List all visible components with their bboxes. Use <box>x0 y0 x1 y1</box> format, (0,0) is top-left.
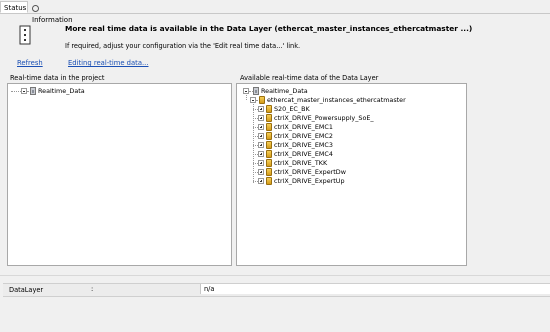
tree-node-label: ctrlX_DRIVE_EMC3 <box>274 141 333 149</box>
tab-information-label: Information <box>32 16 73 24</box>
expand-icon[interactable] <box>258 142 264 148</box>
property-value-field[interactable]: n/a <box>200 284 550 294</box>
tree-node-child[interactable]: ctrlX_DRIVE_EMC2 <box>240 132 460 141</box>
tree-node-instance[interactable]: ethercat_master_instances_ethercatmaster <box>240 96 460 105</box>
refresh-link[interactable]: Refresh <box>17 59 43 67</box>
expand-icon[interactable] <box>258 124 264 130</box>
tree-node-child[interactable]: ctrlX_DRIVE_Powersupply_SoE_ <box>240 114 460 123</box>
tab-information[interactable]: Information <box>28 1 78 24</box>
expand-icon[interactable] <box>258 115 264 121</box>
tree-node-child[interactable]: ctrlX_DRIVE_ExpertUp <box>240 177 460 186</box>
tree-node-child[interactable]: ctrlX_DRIVE_ExpertDw <box>240 168 460 177</box>
tree-node-label: ctrlX_DRIVE_TKK <box>274 159 328 167</box>
tree-node-label: ctrlX_DRIVE_ExpertUp <box>274 177 345 185</box>
project-realtime-data-label: Real-time data in the project <box>10 74 105 82</box>
tree-node-label: ctrlX_DRIVE_ExpertDw <box>274 168 346 176</box>
folder-node-icon <box>266 141 272 149</box>
tree-connector <box>11 91 21 92</box>
folder-node-icon <box>266 159 272 167</box>
expand-icon[interactable] <box>258 160 264 166</box>
tree-node-child[interactable]: S20_EC_BK <box>240 105 460 114</box>
tree-node-label: Realtime_Data <box>38 87 85 95</box>
folder-node-icon <box>266 114 272 122</box>
available-realtime-data-tree[interactable]: Realtime_Data ethercat_master_instances_… <box>236 83 467 266</box>
project-realtime-data-tree[interactable]: Realtime_Data <box>7 83 232 266</box>
tree-node-label: ctrlX_DRIVE_EMC1 <box>274 123 333 131</box>
tree-node-realtime-data-root[interactable]: Realtime_Data <box>240 87 460 96</box>
tree-node-child[interactable]: ctrlX_DRIVE_TKK <box>240 159 460 168</box>
folder-node-icon <box>266 105 272 113</box>
tree-node-label: ctrlX_DRIVE_EMC2 <box>274 132 333 140</box>
tree-node-label: Realtime_Data <box>261 87 308 95</box>
tree-node-label: S20_EC_BK <box>274 105 310 113</box>
section-divider <box>0 275 550 276</box>
tab-status-label: Status <box>4 4 27 12</box>
folder-node-icon <box>259 96 265 104</box>
tree-node-label: ethercat_master_instances_ethercatmaster <box>267 96 406 104</box>
tree-node-realtime-data[interactable]: Realtime_Data <box>11 87 211 96</box>
database-icon <box>253 87 259 95</box>
folder-node-icon <box>266 123 272 131</box>
folder-node-icon <box>266 177 272 185</box>
device-icon <box>19 25 31 45</box>
folder-node-icon <box>266 168 272 176</box>
property-row-datalayer[interactable]: DataLayer : n/a <box>3 283 550 297</box>
tree-node-label: ctrlX_DRIVE_Powersupply_SoE_ <box>274 114 374 122</box>
tab-bar: Status Information <box>0 0 550 24</box>
tree-node-child[interactable]: ctrlX_DRIVE_EMC1 <box>240 123 460 132</box>
tree-node-label: ctrlX_DRIVE_EMC4 <box>274 150 333 158</box>
expand-icon[interactable] <box>258 106 264 112</box>
tree-node-child[interactable]: ctrlX_DRIVE_EMC4 <box>240 150 460 159</box>
info-circle-icon <box>32 5 39 12</box>
expand-icon[interactable] <box>258 133 264 139</box>
notice-title: More real time data is available in the … <box>65 24 473 33</box>
folder-node-icon <box>266 132 272 140</box>
expand-icon[interactable] <box>258 169 264 175</box>
folder-node-icon <box>266 150 272 158</box>
tree-connector <box>246 93 247 100</box>
tab-status[interactable]: Status <box>0 1 28 13</box>
property-name: DataLayer <box>9 286 44 294</box>
notice-subtitle: If required, adjust your configuration v… <box>65 42 301 50</box>
tree-node-child[interactable]: ctrlX_DRIVE_EMC3 <box>240 141 460 150</box>
database-icon <box>30 87 36 95</box>
property-separator: : <box>91 285 94 293</box>
available-realtime-data-label: Available real-time data of the Data Lay… <box>240 74 379 82</box>
expand-icon[interactable] <box>258 178 264 184</box>
edit-realtime-data-link[interactable]: Editing real-time data... <box>68 59 148 67</box>
expand-icon[interactable] <box>258 151 264 157</box>
